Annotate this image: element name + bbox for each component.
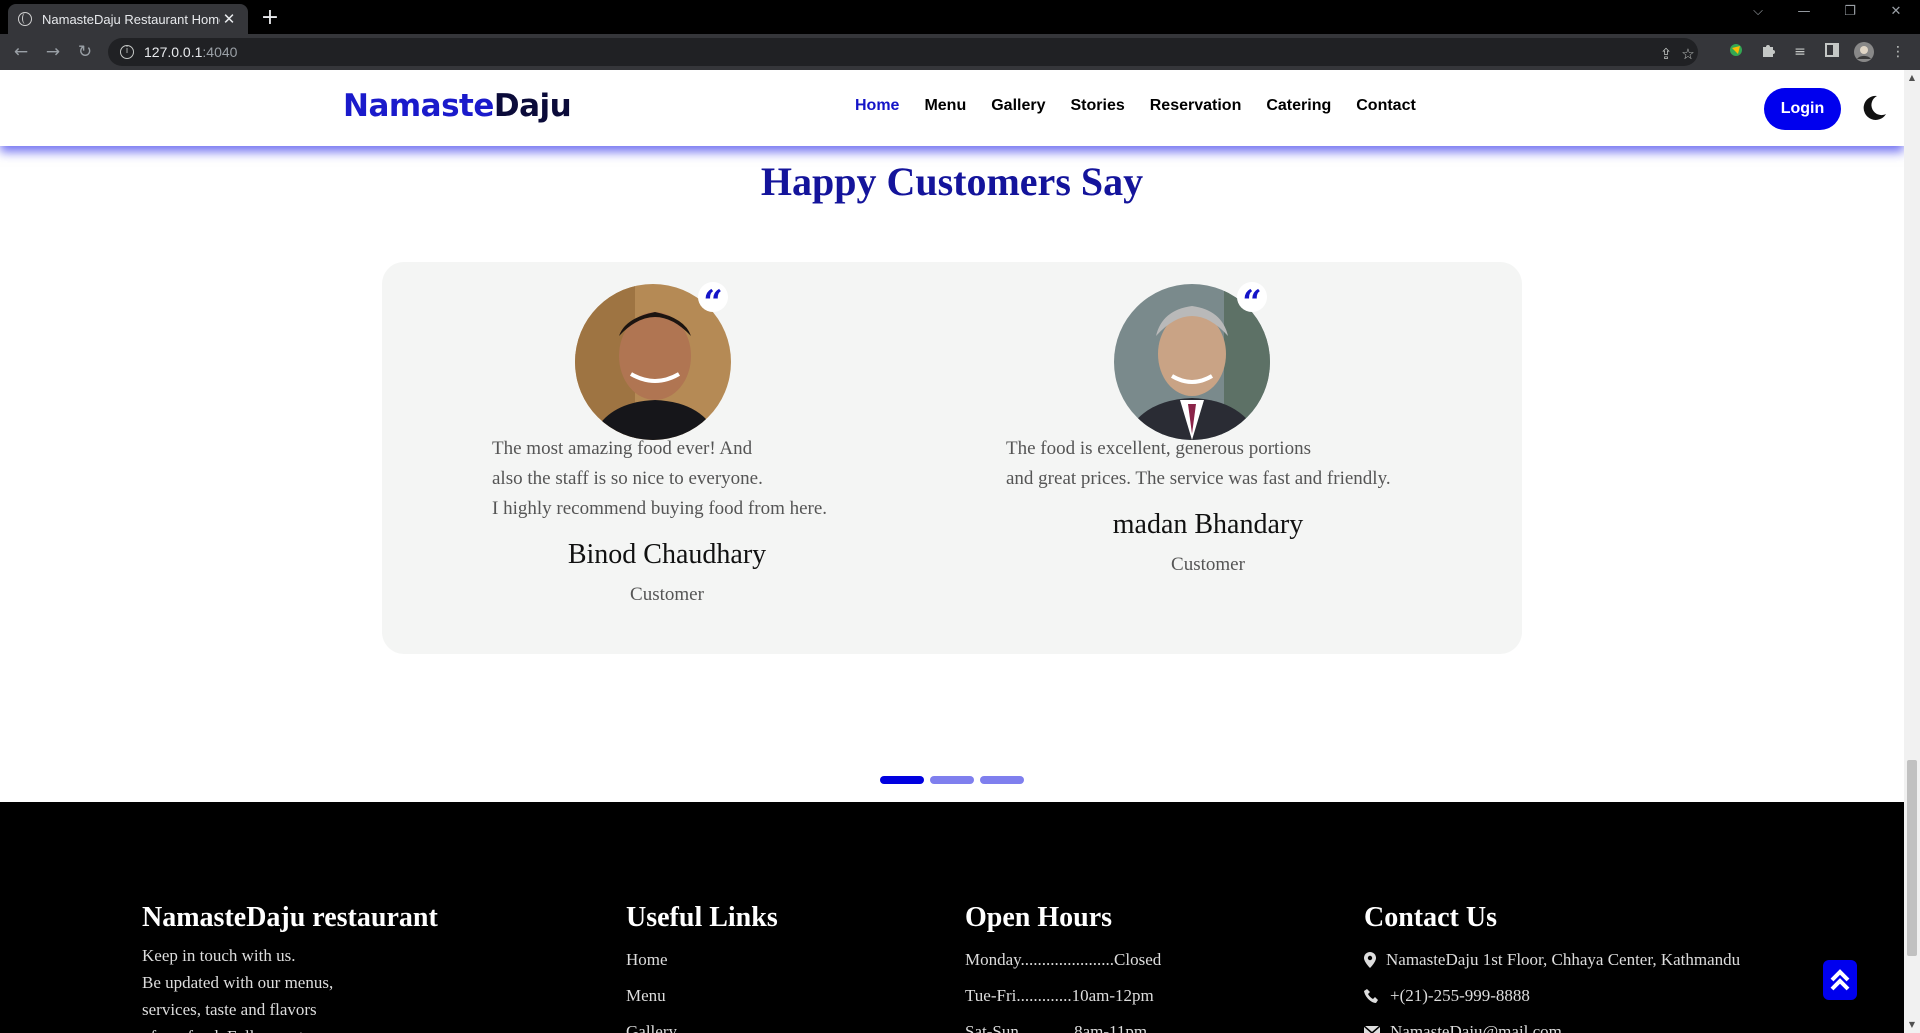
carousel-dot-3[interactable] — [980, 776, 1024, 784]
site-footer: NamasteDaju restaurant Keep in touch wit… — [0, 802, 1904, 1033]
footer-links: Useful Links Home Menu Gallery — [626, 902, 778, 1033]
nav-stories[interactable]: Stories — [1071, 97, 1125, 115]
customer-role: Customer — [1171, 554, 1245, 575]
scrollbar-thumb[interactable] — [1907, 760, 1917, 956]
footer-link-menu[interactable]: Menu — [626, 978, 778, 1014]
phone-icon — [1364, 989, 1378, 1003]
menu-kebab-icon[interactable]: ⋮ — [1888, 42, 1908, 62]
footer-about: NamasteDaju restaurant Keep in touch wit… — [142, 902, 438, 1033]
contact-email: NamasteDaju@mail.com — [1364, 1014, 1740, 1033]
nav-home[interactable]: Home — [855, 97, 899, 115]
site-logo[interactable]: NamasteDaju — [343, 88, 572, 124]
site-info-icon[interactable]: i — [120, 45, 134, 59]
carousel-pagination — [880, 776, 1030, 784]
nav-catering[interactable]: Catering — [1266, 97, 1331, 115]
scroll-up-arrow-icon[interactable]: ▲ — [1904, 70, 1920, 86]
new-tab-button[interactable]: + — [258, 5, 282, 30]
tab-search-icon[interactable]: ⌵ — [1738, 4, 1778, 19]
extension-icon[interactable] — [1726, 42, 1746, 62]
tab-title: NamasteDaju Restaurant Home — [42, 11, 220, 27]
puzzle-icon[interactable] — [1758, 42, 1778, 62]
customer-role: Customer — [630, 584, 704, 605]
media-control-icon[interactable]: ≡ — [1790, 42, 1810, 62]
nav-gallery[interactable]: Gallery — [991, 97, 1045, 115]
minimize-button[interactable]: — — [1784, 4, 1824, 19]
dark-mode-moon-icon[interactable] — [1860, 94, 1888, 122]
url-port: :4040 — [202, 44, 238, 60]
customer-name: Binod Chaudhary — [567, 539, 767, 570]
scroll-down-arrow-icon[interactable]: ▼ — [1904, 1017, 1920, 1033]
footer-hours: Open Hours Monday......................C… — [965, 902, 1162, 1033]
page-viewport: NamasteDaju Home Menu Gallery Stories Re… — [0, 70, 1904, 1033]
footer-contact-title: Contact Us — [1364, 902, 1497, 933]
testimonial-text: The most amazing food ever! And also the… — [492, 438, 828, 519]
window-close-button[interactable]: ✕ — [1876, 4, 1916, 19]
scroll-to-top-button[interactable] — [1823, 960, 1857, 1000]
main-nav: Home Menu Gallery Stories Reservation Ca… — [855, 97, 1441, 115]
footer-links-title: Useful Links — [626, 902, 778, 933]
testimonials-title: Happy Customers Say — [760, 159, 1144, 204]
testimonial-text: The food is excellent, generous portions… — [1006, 438, 1391, 489]
browser-tab-strip: NamasteDaju Restaurant Home ✕ + ⌵ — ❐ ✕ — [0, 0, 1920, 34]
login-button[interactable]: Login — [1764, 88, 1841, 130]
double-chevron-up-icon — [1830, 969, 1850, 991]
testimonial-carousel: “ The most amazing food ever! And also t… — [382, 262, 1522, 654]
quote-icon: “ — [698, 282, 728, 323]
footer-hours-title: Open Hours — [965, 902, 1113, 933]
bookmark-star-icon[interactable]: ☆ — [1678, 45, 1698, 63]
address-bar[interactable]: i 127.0.0.1:4040 ⇪ ☆ — [108, 38, 1698, 66]
site-header: NamasteDaju Home Menu Gallery Stories Re… — [0, 70, 1904, 146]
nav-menu[interactable]: Menu — [924, 97, 966, 115]
nav-contact[interactable]: Contact — [1356, 97, 1416, 115]
footer-contact: Contact Us NamasteDaju 1st Floor, Chhaya… — [1364, 902, 1740, 1033]
contact-address: NamasteDaju 1st Floor, Chhaya Center, Ka… — [1364, 942, 1740, 978]
footer-link-home[interactable]: Home — [626, 942, 778, 978]
globe-icon — [18, 12, 32, 26]
back-icon[interactable]: ← — [9, 40, 33, 64]
page-scrollbar[interactable]: ▲ ▼ — [1904, 70, 1920, 1033]
side-panel-icon[interactable] — [1822, 42, 1842, 62]
share-icon[interactable]: ⇪ — [1656, 45, 1676, 63]
carousel-dot-1[interactable] — [880, 776, 924, 784]
reload-icon[interactable]: ↻ — [73, 40, 97, 64]
profile-avatar[interactable] — [1854, 42, 1874, 62]
tab-close-button[interactable]: ✕ — [220, 10, 238, 28]
envelope-icon — [1364, 1026, 1380, 1033]
browser-toolbar: ← → ↻ i 127.0.0.1:4040 ⇪ ☆ ≡ ⋮ — [0, 34, 1920, 70]
map-pin-icon — [1364, 952, 1376, 968]
quote-icon: “ — [1237, 282, 1267, 323]
browser-tab[interactable]: NamasteDaju Restaurant Home ✕ — [8, 4, 248, 34]
restore-button[interactable]: ❐ — [1830, 4, 1870, 19]
footer-about-title: NamasteDaju restaurant — [142, 902, 438, 933]
url-host: 127.0.0.1 — [144, 44, 203, 60]
carousel-dot-2[interactable] — [930, 776, 974, 784]
forward-icon[interactable]: → — [41, 40, 65, 64]
nav-reservation[interactable]: Reservation — [1150, 97, 1242, 115]
customer-name: madan Bhandary — [1112, 509, 1304, 540]
contact-phone: +(21)-255-999-8888 — [1364, 978, 1740, 1014]
footer-link-gallery[interactable]: Gallery — [626, 1014, 778, 1033]
